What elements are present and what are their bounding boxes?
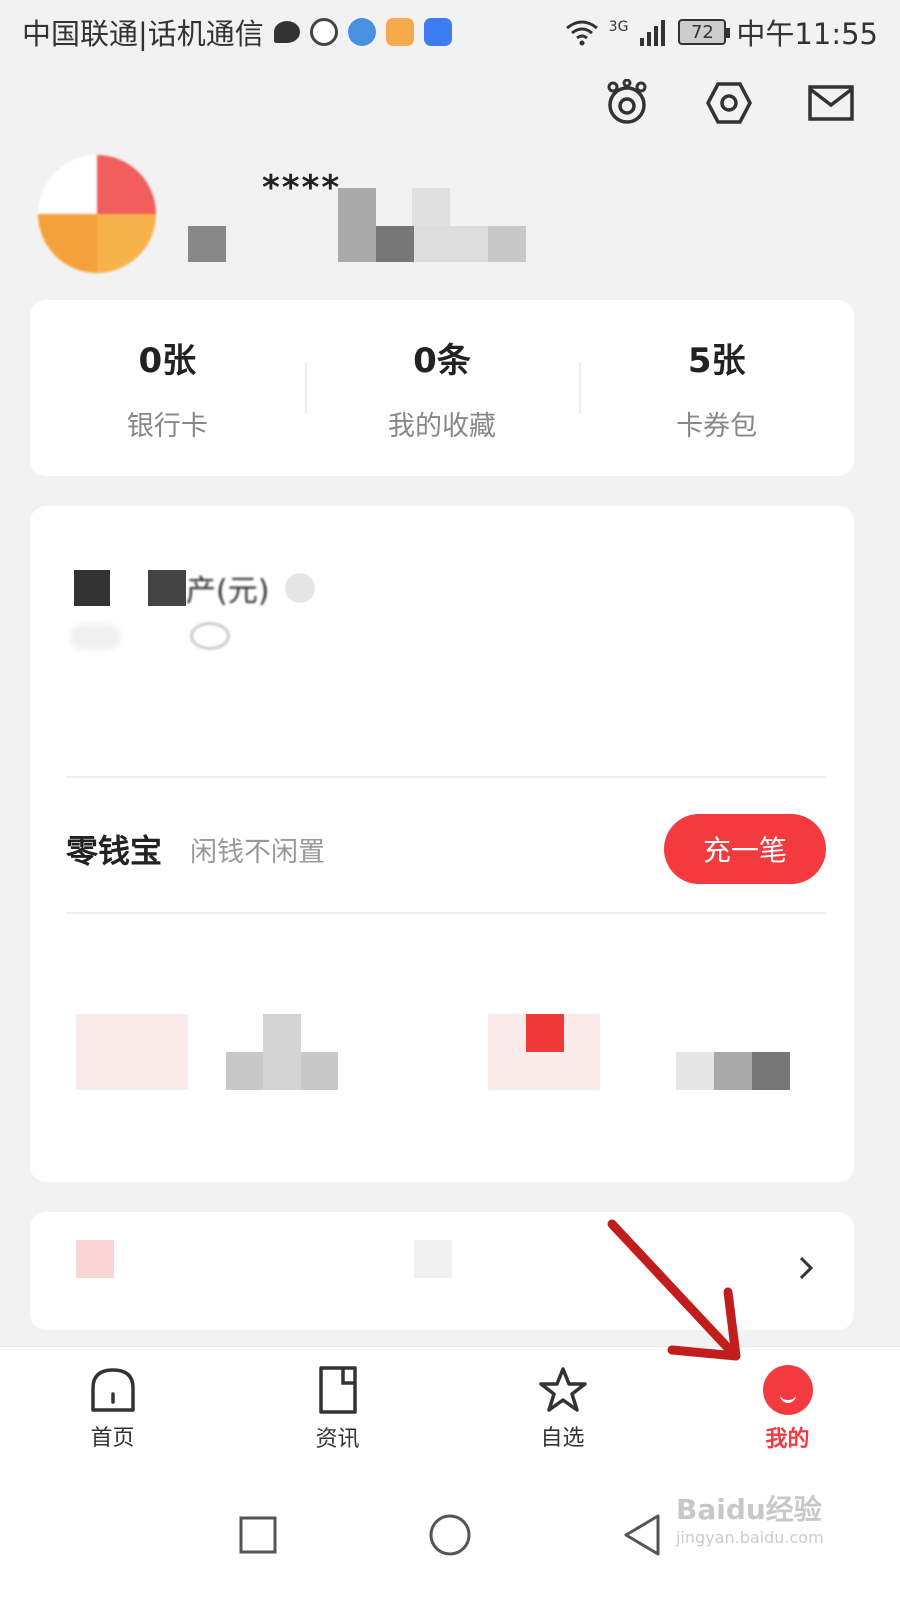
stat-label: 我的收藏 — [388, 411, 496, 442]
masked-promo-text — [414, 1240, 452, 1278]
avatar[interactable] — [38, 155, 156, 273]
header-actions — [602, 78, 856, 128]
masked-name-block — [412, 188, 450, 226]
chat-icon — [273, 21, 300, 43]
lingqianbao-row: 零钱宝 闲钱不闲置 充一笔 — [66, 804, 826, 894]
masked-product-item[interactable] — [76, 1014, 188, 1090]
masked-id-block — [488, 226, 526, 262]
status-bar: 中国联通|话机通信 3G 72 中午11:55 — [0, 0, 900, 64]
signal-icon — [640, 20, 666, 46]
info-icon[interactable] — [284, 573, 315, 603]
stat-value: 0条 — [413, 341, 471, 381]
masked-product-item — [263, 1014, 301, 1090]
masked-balance — [70, 624, 120, 650]
mail-icon[interactable] — [806, 78, 856, 128]
masked-name-block — [338, 188, 376, 226]
watermark-url: jingyan.baidu.com — [676, 1528, 824, 1547]
nav-me[interactable]: 我的 — [675, 1347, 900, 1470]
avatar-robot-icon[interactable] — [602, 78, 652, 128]
masked-product-badge — [526, 1014, 564, 1052]
lingqianbao-subtitle: 闲钱不闲置 — [190, 836, 326, 868]
divider — [66, 776, 826, 778]
home-icon — [90, 1367, 135, 1412]
masked-promo-icon — [76, 1240, 114, 1278]
stats-card: 0张 银行卡 0条 我的收藏 5张 卡券包 — [30, 300, 854, 476]
globe-icon — [347, 18, 376, 46]
bottom-nav: 首页 资讯 自选 我的 — [0, 1346, 900, 1470]
back-icon[interactable] — [622, 1513, 662, 1557]
nav-label: 首页 — [90, 1425, 135, 1451]
assets-title: 产(元) — [74, 566, 315, 610]
lingqianbao-title: 零钱宝 — [66, 832, 163, 870]
nav-watchlist[interactable]: 自选 — [450, 1347, 675, 1470]
masked-product-item — [714, 1052, 752, 1090]
star-icon — [538, 1366, 587, 1412]
username: **** — [262, 168, 342, 208]
watermark: Baidu经验 — [676, 1493, 822, 1526]
divider — [66, 912, 826, 914]
recent-apps-icon[interactable] — [238, 1515, 278, 1555]
wifi-icon — [565, 20, 598, 46]
stat-favorites[interactable]: 0条 我的收藏 — [304, 300, 580, 476]
network-type: 3G — [608, 19, 629, 35]
masked-product-item — [752, 1052, 790, 1090]
stat-value: 0张 — [138, 341, 197, 381]
masked-id-block — [414, 226, 488, 262]
masked-id-block — [338, 226, 376, 262]
stat-coupons[interactable]: 5张 卡券包 — [579, 300, 854, 476]
clock: 中午11:55 — [736, 17, 878, 51]
hand-icon — [309, 18, 338, 46]
chevron-right-icon — [798, 1254, 814, 1289]
assets-card: 产(元) 零钱宝 闲钱不闲置 充一笔 — [30, 506, 854, 1182]
masked-id-block — [188, 226, 226, 262]
stat-label: 银行卡 — [126, 411, 208, 442]
status-right: 3G 72 中午11:55 — [565, 11, 878, 53]
app-notification-icon — [385, 18, 414, 46]
stat-value: 5张 — [687, 341, 746, 381]
nav-news[interactable]: 资讯 — [225, 1347, 450, 1470]
masked-id-block — [376, 226, 414, 262]
me-icon — [762, 1364, 813, 1415]
nav-home[interactable]: 首页 — [0, 1347, 225, 1470]
home-button-icon[interactable] — [428, 1513, 472, 1557]
stat-label: 卡券包 — [676, 411, 758, 442]
status-left: 中国联通|话机通信 — [22, 11, 452, 53]
settings-icon[interactable] — [704, 78, 754, 128]
nav-label: 自选 — [540, 1425, 585, 1451]
bulb-icon — [423, 18, 452, 46]
nav-label: 资讯 — [315, 1426, 360, 1452]
news-icon — [318, 1365, 357, 1414]
recharge-button[interactable]: 充一笔 — [664, 814, 826, 884]
battery-level: 72 — [690, 21, 714, 43]
eye-icon[interactable] — [190, 622, 230, 650]
stat-bank-cards[interactable]: 0张 银行卡 — [30, 300, 305, 476]
promo-card[interactable] — [30, 1212, 854, 1330]
battery-icon: 72 — [678, 19, 731, 45]
assets-title-text: 产(元) — [186, 574, 270, 609]
nav-label: 我的 — [765, 1426, 810, 1452]
masked-product-item[interactable] — [676, 1052, 714, 1090]
carrier-text: 中国联通|话机通信 — [22, 17, 264, 51]
